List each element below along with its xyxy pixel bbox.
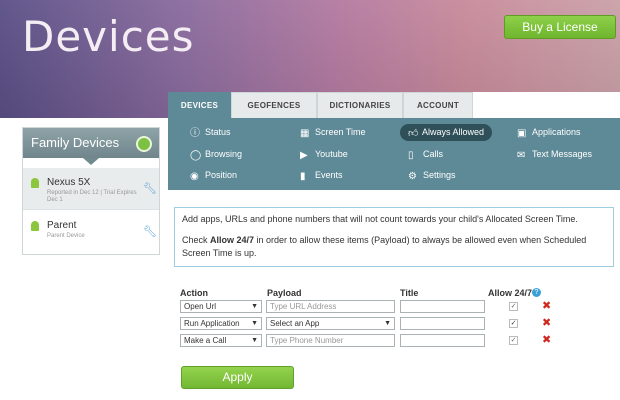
subnav-label: Applications [532, 127, 581, 137]
device-subnav: ⓘ Status ▦ Screen Time 👍︎ Always Allowed… [168, 118, 620, 190]
device-subtitle: Parent Device [47, 233, 85, 239]
tab-account[interactable]: ACCOUNT [403, 92, 473, 118]
device-item-parent[interactable]: Parent Parent Device 🔧︎ [23, 211, 159, 253]
payload-input[interactable]: Type Phone Number [266, 334, 395, 347]
subnav-label: Text Messages [532, 149, 593, 159]
device-name: Parent [47, 220, 77, 231]
subnav-label: Settings [423, 170, 456, 180]
col-header-title: Title [400, 288, 419, 298]
top-tabs: DEVICES GEOFENCES DICTIONARIES ACCOUNT [168, 92, 478, 118]
main-content: DEVICES GEOFENCES DICTIONARIES ACCOUNT ⓘ… [168, 92, 620, 400]
family-devices-panel: Family Devices Nexus 5X Reported in Dec … [22, 127, 160, 255]
phone-icon: ▯ [408, 150, 414, 161]
globe-icon: ◯ [190, 150, 202, 161]
device-item-nexus-5x[interactable]: Nexus 5X Reported in Dec 12 | Trial Expi… [23, 168, 159, 210]
title-input[interactable] [400, 334, 485, 347]
header-pointer [83, 158, 99, 165]
info-circle-icon: ⓘ [190, 128, 200, 139]
allow-checkbox[interactable]: ✓ [509, 302, 518, 311]
calendar-icon: ▦ [300, 128, 310, 139]
delete-icon[interactable]: ✖ [542, 300, 551, 312]
subnav-screen-time[interactable]: ▦ Screen Time [300, 124, 366, 141]
table-row: Open Url ▼ Type URL Address ✓ ✖ [180, 300, 620, 315]
thumbs-up-icon: 👍︎ [408, 128, 419, 139]
tab-geofences[interactable]: GEOFENCES [231, 92, 317, 118]
subnav-calls[interactable]: ▯ Calls [408, 146, 443, 163]
col-header-allow: Allow 24/7 [488, 288, 533, 298]
subnav-applications[interactable]: ▣ Applications [517, 124, 581, 141]
table-row: Run Application ▼ Select an App ▼ ✓ ✖ [180, 317, 620, 332]
wrench-icon[interactable]: 🔧︎ [143, 225, 157, 238]
table-row: Make a Call ▼ Type Phone Number ✓ ✖ [180, 334, 620, 349]
subnav-youtube[interactable]: ▶ Youtube [300, 146, 348, 163]
info-text-1: Add apps, URLs and phone numbers that wi… [182, 214, 578, 224]
delete-icon[interactable]: ✖ [542, 334, 551, 346]
map-marker-icon: ◉ [190, 171, 199, 182]
wrench-icon[interactable]: 🔧︎ [143, 182, 157, 195]
subnav-events[interactable]: ▮ Events [300, 167, 343, 184]
tab-dictionaries[interactable]: DICTIONARIES [317, 92, 403, 118]
allow-bold-text: Allow 24/7 [210, 235, 255, 245]
subnav-text-messages[interactable]: ✉ Text Messages [517, 146, 592, 163]
gear-icon: ⚙ [408, 171, 417, 182]
info-box: Add apps, URLs and phone numbers that wi… [174, 207, 614, 267]
subnav-browsing[interactable]: ◯ Browsing [190, 146, 242, 163]
info-text-2: Check Allow 24/7 in order to allow these… [182, 235, 587, 258]
action-select[interactable]: Make a Call ▼ [180, 334, 262, 347]
chevron-down-icon: ▼ [384, 320, 391, 327]
help-icon[interactable]: ? [532, 288, 541, 297]
subnav-label: Calls [423, 149, 444, 159]
col-header-action: Action [180, 288, 208, 298]
chevron-down-icon: ▼ [251, 337, 258, 344]
payload-input[interactable]: Type URL Address [266, 300, 395, 313]
play-icon: ▶ [300, 150, 308, 161]
subnav-always-allowed[interactable]: 👍︎ Always Allowed [400, 124, 493, 141]
delete-icon[interactable]: ✖ [542, 317, 551, 329]
chevron-down-icon: ▼ [251, 303, 258, 310]
subnav-label: Youtube [315, 149, 348, 159]
envelope-icon: ✉ [517, 150, 526, 161]
page-title: Devices [22, 12, 195, 61]
bar-chart-icon: ▮ [300, 171, 306, 182]
allow-checkbox[interactable]: ✓ [509, 319, 518, 328]
family-devices-title: Family Devices [31, 135, 120, 150]
apply-button[interactable]: Apply [181, 366, 294, 389]
device-name: Nexus 5X [47, 177, 91, 188]
allow-checkbox[interactable]: ✓ [509, 336, 518, 345]
subnav-label: Status [205, 127, 231, 137]
device-subtitle: Reported in Dec 12 | Trial Expires Dec 1 [47, 190, 137, 203]
buy-license-button[interactable]: Buy a License [504, 15, 616, 39]
subnav-label: Events [315, 170, 343, 180]
subnav-settings[interactable]: ⚙ Settings [408, 167, 456, 184]
subnav-label: Always Allowed [422, 127, 485, 137]
chevron-down-icon: ▼ [251, 320, 258, 327]
subnav-status[interactable]: ⓘ Status [190, 124, 231, 141]
title-input[interactable] [400, 317, 485, 330]
subnav-label: Browsing [205, 149, 243, 159]
action-select[interactable]: Run Application ▼ [180, 317, 262, 330]
subnav-position[interactable]: ◉ Position [190, 167, 237, 184]
refresh-icon[interactable] [136, 136, 152, 152]
title-input[interactable] [400, 300, 485, 313]
action-select[interactable]: Open Url ▼ [180, 300, 262, 313]
tab-devices[interactable]: DEVICES [168, 92, 231, 118]
window-icon: ▣ [517, 128, 527, 139]
android-icon [31, 178, 39, 188]
android-icon [31, 221, 39, 231]
subnav-label: Screen Time [315, 127, 366, 137]
payload-select[interactable]: Select an App ▼ [266, 317, 395, 330]
col-header-payload: Payload [267, 288, 302, 298]
subnav-label: Position [205, 170, 238, 180]
